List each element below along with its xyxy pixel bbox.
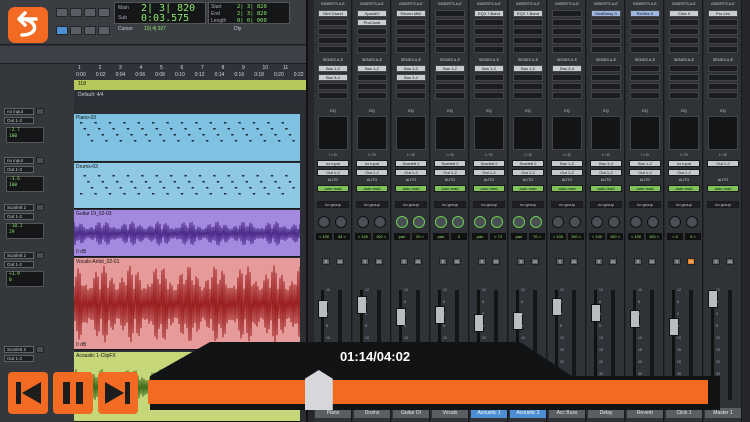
skip-forward-icon [105,382,130,404]
pause-button[interactable] [53,372,93,414]
skip-back-icon [16,382,41,404]
fast-forward-button[interactable] [98,372,138,414]
rewind-button[interactable] [8,372,48,414]
pause-icon [63,382,83,404]
playback-time: 01:14/04:02 [339,349,411,364]
app-root: Main Sub 2| 3| 820 0:03.575 Start End Le… [0,0,750,422]
progress-bar[interactable] [148,380,708,404]
